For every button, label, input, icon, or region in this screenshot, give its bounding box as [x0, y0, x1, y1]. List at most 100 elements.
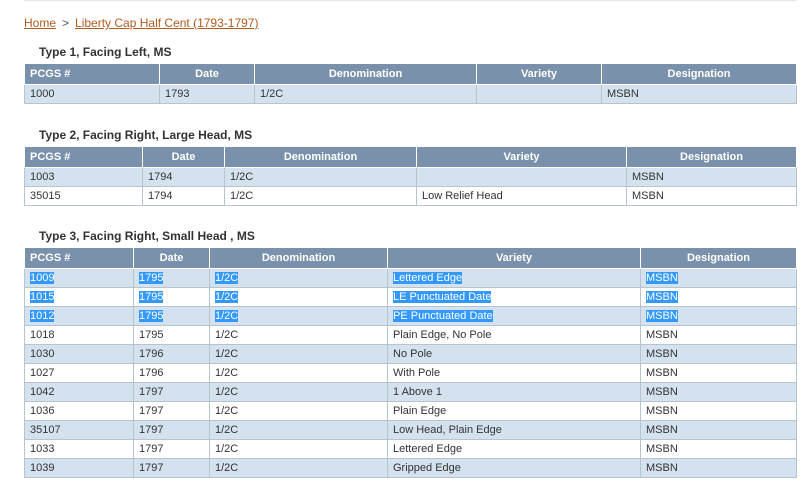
- coin-table-type-2: PCGS # Date Denomination Variety Designa…: [24, 146, 797, 206]
- cell-date: 1794: [142, 186, 225, 206]
- breadcrumb-separator: >: [62, 16, 70, 30]
- cell-pcgs: 1015: [24, 287, 134, 307]
- cell-date: 1796: [133, 344, 210, 364]
- cell-designation: MSBN: [640, 344, 797, 364]
- cell-pcgs: 35107: [24, 420, 134, 440]
- cell-pcgs: 1003: [24, 167, 143, 187]
- header-date[interactable]: Date: [159, 63, 255, 85]
- header-date[interactable]: Date: [133, 247, 210, 269]
- cell-designation: MSBN: [601, 84, 797, 104]
- header-designation[interactable]: Designation: [640, 247, 797, 269]
- cell-pcgs: 1033: [24, 439, 134, 459]
- cell-denomination: 1/2C: [209, 382, 388, 402]
- cell-pcgs: 1039: [24, 458, 134, 478]
- cell-date: 1797: [133, 401, 210, 421]
- cell-variety: PE Punctuated Date: [387, 306, 641, 326]
- cell-variety: Plain Edge, No Pole: [387, 325, 641, 345]
- cell-pcgs: 1018: [24, 325, 134, 345]
- table-row[interactable]: 1000 1793 1/2C MSBN: [24, 84, 797, 104]
- cell-pcgs: 1030: [24, 344, 134, 364]
- table-row[interactable]: 1012 1795 1/2C PE Punctuated Date MSBN: [24, 306, 797, 326]
- table-row[interactable]: 1018 1795 1/2C Plain Edge, No Pole MSBN: [24, 325, 797, 345]
- cell-date: 1793: [159, 84, 255, 104]
- header-pcgs[interactable]: PCGS #: [24, 63, 160, 85]
- cell-date: 1796: [133, 363, 210, 383]
- cell-date: 1794: [142, 167, 225, 187]
- table-row[interactable]: 35107 1797 1/2C Low Head, Plain Edge MSB…: [24, 420, 797, 440]
- header-denomination[interactable]: Denomination: [224, 146, 417, 168]
- cell-denomination: 1/2C: [209, 325, 388, 345]
- table-row[interactable]: 1042 1797 1/2C 1 Above 1 MSBN: [24, 382, 797, 402]
- top-divider: [24, 0, 796, 1]
- cell-variety: Low Head, Plain Edge: [387, 420, 641, 440]
- cell-variety: Lettered Edge: [387, 439, 641, 459]
- table-row[interactable]: 1003 1794 1/2C MSBN: [24, 167, 797, 187]
- cell-date: 1795: [133, 306, 210, 326]
- cell-date: 1795: [133, 268, 210, 288]
- table-row[interactable]: 1039 1797 1/2C Gripped Edge MSBN: [24, 458, 797, 478]
- cell-designation: MSBN: [640, 382, 797, 402]
- cell-variety: Low Relief Head: [416, 186, 627, 206]
- cell-date: 1797: [133, 382, 210, 402]
- cell-variety: LE Punctuated Date: [387, 287, 641, 307]
- cell-pcgs: 35015: [24, 186, 143, 206]
- cell-pcgs: 1042: [24, 382, 134, 402]
- header-denomination[interactable]: Denomination: [254, 63, 477, 85]
- table-row[interactable]: 1030 1796 1/2C No Pole MSBN: [24, 344, 797, 364]
- cell-designation: MSBN: [640, 439, 797, 459]
- cell-variety: With Pole: [387, 363, 641, 383]
- cell-denomination: 1/2C: [224, 186, 417, 206]
- table-row[interactable]: 1027 1796 1/2C With Pole MSBN: [24, 363, 797, 383]
- breadcrumb-current-link[interactable]: Liberty Cap Half Cent (1793-1797): [75, 16, 258, 30]
- cell-denomination: 1/2C: [209, 287, 388, 307]
- cell-denomination: 1/2C: [209, 401, 388, 421]
- cell-designation: MSBN: [640, 268, 797, 288]
- table-row[interactable]: 1009 1795 1/2C Lettered Edge MSBN: [24, 268, 797, 288]
- cell-denomination: 1/2C: [254, 84, 477, 104]
- table-header-row: PCGS # Date Denomination Variety Designa…: [24, 247, 797, 269]
- table-header-row: PCGS # Date Denomination Variety Designa…: [24, 63, 797, 85]
- table-row[interactable]: 1033 1797 1/2C Lettered Edge MSBN: [24, 439, 797, 459]
- coin-table-type-3: PCGS # Date Denomination Variety Designa…: [24, 247, 797, 478]
- cell-denomination: 1/2C: [209, 344, 388, 364]
- cell-date: 1797: [133, 439, 210, 459]
- header-variety[interactable]: Variety: [387, 247, 641, 269]
- section-title-type-2: Type 2, Facing Right, Large Head, MS: [39, 128, 253, 142]
- cell-variety: [416, 167, 627, 187]
- cell-designation: MSBN: [640, 287, 797, 307]
- cell-variety: [476, 84, 602, 104]
- cell-designation: MSBN: [626, 186, 797, 206]
- cell-date: 1797: [133, 458, 210, 478]
- cell-date: 1795: [133, 325, 210, 345]
- cell-pcgs: 1000: [24, 84, 160, 104]
- table-header-row: PCGS # Date Denomination Variety Designa…: [24, 146, 797, 168]
- cell-date: 1797: [133, 420, 210, 440]
- cell-date: 1795: [133, 287, 210, 307]
- cell-denomination: 1/2C: [209, 458, 388, 478]
- table-row[interactable]: 1015 1795 1/2C LE Punctuated Date MSBN: [24, 287, 797, 307]
- header-variety[interactable]: Variety: [416, 146, 627, 168]
- table-row[interactable]: 1036 1797 1/2C Plain Edge MSBN: [24, 401, 797, 421]
- breadcrumb-home-link[interactable]: Home: [24, 16, 56, 30]
- header-denomination[interactable]: Denomination: [209, 247, 388, 269]
- cell-pcgs: 1036: [24, 401, 134, 421]
- header-date[interactable]: Date: [142, 146, 225, 168]
- section-title-type-3: Type 3, Facing Right, Small Head , MS: [39, 229, 255, 243]
- header-designation[interactable]: Designation: [626, 146, 797, 168]
- header-variety[interactable]: Variety: [476, 63, 602, 85]
- cell-pcgs: 1009: [24, 268, 134, 288]
- section-title-type-1: Type 1, Facing Left, MS: [39, 45, 172, 59]
- cell-denomination: 1/2C: [209, 268, 388, 288]
- cell-denomination: 1/2C: [209, 439, 388, 459]
- cell-variety: Gripped Edge: [387, 458, 641, 478]
- cell-denomination: 1/2C: [209, 420, 388, 440]
- header-designation[interactable]: Designation: [601, 63, 797, 85]
- cell-designation: MSBN: [640, 420, 797, 440]
- cell-variety: 1 Above 1: [387, 382, 641, 402]
- cell-variety: Lettered Edge: [387, 268, 641, 288]
- header-pcgs[interactable]: PCGS #: [24, 247, 134, 269]
- table-row[interactable]: 35015 1794 1/2C Low Relief Head MSBN: [24, 186, 797, 206]
- cell-designation: MSBN: [640, 306, 797, 326]
- header-pcgs[interactable]: PCGS #: [24, 146, 143, 168]
- cell-denomination: 1/2C: [224, 167, 417, 187]
